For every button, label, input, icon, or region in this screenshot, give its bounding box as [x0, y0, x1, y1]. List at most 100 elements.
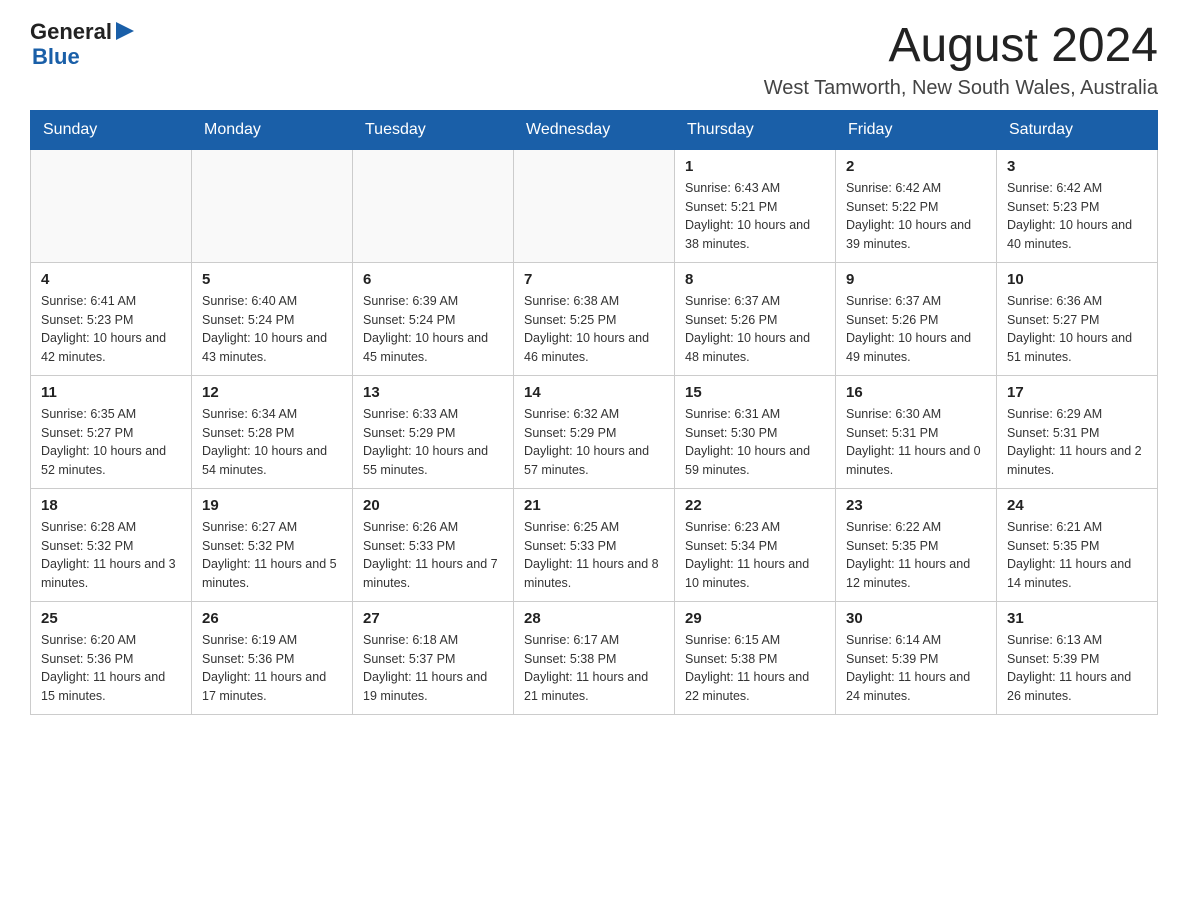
day-number: 6 [363, 271, 503, 288]
day-info: Sunrise: 6:37 AMSunset: 5:26 PMDaylight:… [846, 292, 986, 367]
day-info: Sunrise: 6:28 AMSunset: 5:32 PMDaylight:… [41, 518, 181, 593]
header-monday: Monday [192, 110, 353, 149]
calendar-cell: 23 Sunrise: 6:22 AMSunset: 5:35 PMDayligh… [836, 488, 997, 601]
day-number: 29 [685, 610, 825, 627]
header-saturday: Saturday [997, 110, 1158, 149]
day-number: 1 [685, 158, 825, 175]
day-info: Sunrise: 6:15 AMSunset: 5:38 PMDaylight:… [685, 631, 825, 706]
day-info: Sunrise: 6:39 AMSunset: 5:24 PMDaylight:… [363, 292, 503, 367]
day-info: Sunrise: 6:34 AMSunset: 5:28 PMDaylight:… [202, 405, 342, 480]
calendar-cell: 13 Sunrise: 6:33 AMSunset: 5:29 PMDayligh… [353, 375, 514, 488]
calendar-cell: 8 Sunrise: 6:37 AMSunset: 5:26 PMDaylight… [675, 262, 836, 375]
day-number: 21 [524, 497, 664, 514]
day-info: Sunrise: 6:33 AMSunset: 5:29 PMDaylight:… [363, 405, 503, 480]
calendar-cell [192, 149, 353, 262]
calendar-cell: 22 Sunrise: 6:23 AMSunset: 5:34 PMDayligh… [675, 488, 836, 601]
calendar-week-row-1: 4 Sunrise: 6:41 AMSunset: 5:23 PMDaylight… [31, 262, 1158, 375]
day-number: 12 [202, 384, 342, 401]
day-number: 28 [524, 610, 664, 627]
day-number: 5 [202, 271, 342, 288]
day-info: Sunrise: 6:14 AMSunset: 5:39 PMDaylight:… [846, 631, 986, 706]
calendar-week-row-2: 11Sunrise: 6:35 AMSunset: 5:27 PMDayligh… [31, 375, 1158, 488]
day-number: 13 [363, 384, 503, 401]
calendar-cell: 28 Sunrise: 6:17 AMSunset: 5:38 PMDayligh… [514, 601, 675, 714]
calendar-week-row-3: 18Sunrise: 6:28 AMSunset: 5:32 PMDayligh… [31, 488, 1158, 601]
day-info: Sunrise: 6:23 AMSunset: 5:34 PMDaylight:… [685, 518, 825, 593]
logo-arrow-icon [116, 22, 134, 40]
header: General Blue August 2024 West Tamworth, … [30, 20, 1158, 100]
calendar-cell: 15 Sunrise: 6:31 AMSunset: 5:30 PMDayligh… [675, 375, 836, 488]
day-info: Sunrise: 6:22 AMSunset: 5:35 PMDaylight:… [846, 518, 986, 593]
calendar-cell: 11Sunrise: 6:35 AMSunset: 5:27 PMDayligh… [31, 375, 192, 488]
day-info: Sunrise: 6:29 AMSunset: 5:31 PMDaylight:… [1007, 405, 1147, 480]
day-info: Sunrise: 6:27 AMSunset: 5:32 PMDaylight:… [202, 518, 342, 593]
calendar-cell: 18Sunrise: 6:28 AMSunset: 5:32 PMDayligh… [31, 488, 192, 601]
logo: General Blue [30, 20, 134, 69]
day-info: Sunrise: 6:42 AMSunset: 5:23 PMDaylight:… [1007, 179, 1147, 254]
header-tuesday: Tuesday [353, 110, 514, 149]
day-number: 24 [1007, 497, 1147, 514]
calendar-header-row: Sunday Monday Tuesday Wednesday Thursday… [31, 110, 1158, 149]
day-number: 14 [524, 384, 664, 401]
day-number: 23 [846, 497, 986, 514]
calendar-cell: 2 Sunrise: 6:42 AMSunset: 5:22 PMDaylight… [836, 149, 997, 262]
header-sunday: Sunday [31, 110, 192, 149]
day-number: 16 [846, 384, 986, 401]
day-info: Sunrise: 6:43 AMSunset: 5:21 PMDaylight:… [685, 179, 825, 254]
calendar-cell: 19 Sunrise: 6:27 AMSunset: 5:32 PMDayligh… [192, 488, 353, 601]
day-number: 4 [41, 271, 181, 288]
day-info: Sunrise: 6:31 AMSunset: 5:30 PMDaylight:… [685, 405, 825, 480]
day-info: Sunrise: 6:20 AMSunset: 5:36 PMDaylight:… [41, 631, 181, 706]
day-number: 15 [685, 384, 825, 401]
calendar-cell [353, 149, 514, 262]
calendar-cell: 6 Sunrise: 6:39 AMSunset: 5:24 PMDaylight… [353, 262, 514, 375]
day-number: 7 [524, 271, 664, 288]
day-number: 20 [363, 497, 503, 514]
title-block: August 2024 West Tamworth, New South Wal… [764, 20, 1158, 100]
calendar-cell: 17Sunrise: 6:29 AMSunset: 5:31 PMDayligh… [997, 375, 1158, 488]
header-thursday: Thursday [675, 110, 836, 149]
day-info: Sunrise: 6:41 AMSunset: 5:23 PMDaylight:… [41, 292, 181, 367]
day-info: Sunrise: 6:40 AMSunset: 5:24 PMDaylight:… [202, 292, 342, 367]
calendar-cell [31, 149, 192, 262]
day-info: Sunrise: 6:13 AMSunset: 5:39 PMDaylight:… [1007, 631, 1147, 706]
calendar-cell: 31 Sunrise: 6:13 AMSunset: 5:39 PMDayligh… [997, 601, 1158, 714]
day-number: 26 [202, 610, 342, 627]
day-number: 27 [363, 610, 503, 627]
logo-blue-text: Blue [32, 45, 134, 69]
calendar-cell: 12 Sunrise: 6:34 AMSunset: 5:28 PMDayligh… [192, 375, 353, 488]
calendar-cell: 4 Sunrise: 6:41 AMSunset: 5:23 PMDaylight… [31, 262, 192, 375]
day-number: 2 [846, 158, 986, 175]
day-info: Sunrise: 6:37 AMSunset: 5:26 PMDaylight:… [685, 292, 825, 367]
calendar-cell: 20 Sunrise: 6:26 AMSunset: 5:33 PMDayligh… [353, 488, 514, 601]
calendar-cell: 29 Sunrise: 6:15 AMSunset: 5:38 PMDayligh… [675, 601, 836, 714]
day-number: 8 [685, 271, 825, 288]
day-info: Sunrise: 6:26 AMSunset: 5:33 PMDaylight:… [363, 518, 503, 593]
calendar-week-row-0: 1 Sunrise: 6:43 AMSunset: 5:21 PMDaylight… [31, 149, 1158, 262]
day-info: Sunrise: 6:21 AMSunset: 5:35 PMDaylight:… [1007, 518, 1147, 593]
day-number: 25 [41, 610, 181, 627]
calendar-cell [514, 149, 675, 262]
day-number: 9 [846, 271, 986, 288]
calendar-cell: 14 Sunrise: 6:32 AMSunset: 5:29 PMDayligh… [514, 375, 675, 488]
day-number: 31 [1007, 610, 1147, 627]
calendar-cell: 1 Sunrise: 6:43 AMSunset: 5:21 PMDaylight… [675, 149, 836, 262]
day-info: Sunrise: 6:30 AMSunset: 5:31 PMDaylight:… [846, 405, 986, 480]
location-subtitle: West Tamworth, New South Wales, Australi… [764, 77, 1158, 100]
day-number: 3 [1007, 158, 1147, 175]
day-number: 30 [846, 610, 986, 627]
day-info: Sunrise: 6:36 AMSunset: 5:27 PMDaylight:… [1007, 292, 1147, 367]
logo-general-text: General [30, 20, 112, 44]
day-info: Sunrise: 6:32 AMSunset: 5:29 PMDaylight:… [524, 405, 664, 480]
calendar-cell: 21Sunrise: 6:25 AMSunset: 5:33 PMDayligh… [514, 488, 675, 601]
calendar-cell: 16 Sunrise: 6:30 AMSunset: 5:31 PMDayligh… [836, 375, 997, 488]
calendar-cell: 7Sunrise: 6:38 AMSunset: 5:25 PMDaylight… [514, 262, 675, 375]
day-info: Sunrise: 6:42 AMSunset: 5:22 PMDaylight:… [846, 179, 986, 254]
day-info: Sunrise: 6:18 AMSunset: 5:37 PMDaylight:… [363, 631, 503, 706]
calendar-cell: 25 Sunrise: 6:20 AMSunset: 5:36 PMDayligh… [31, 601, 192, 714]
day-number: 19 [202, 497, 342, 514]
day-number: 22 [685, 497, 825, 514]
day-info: Sunrise: 6:17 AMSunset: 5:38 PMDaylight:… [524, 631, 664, 706]
day-number: 10 [1007, 271, 1147, 288]
day-info: Sunrise: 6:35 AMSunset: 5:27 PMDaylight:… [41, 405, 181, 480]
